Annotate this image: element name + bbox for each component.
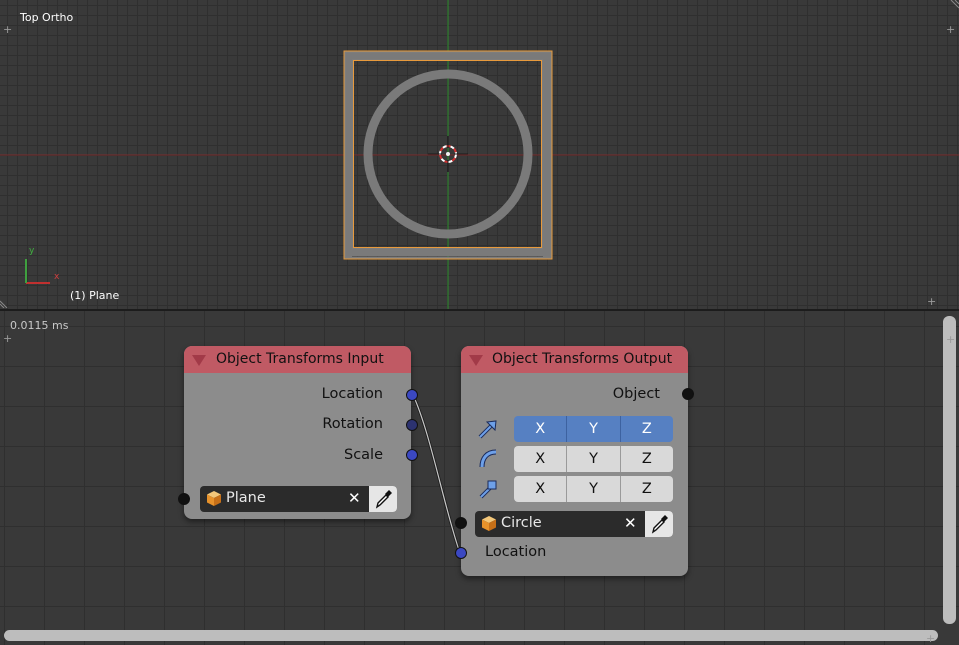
location-toggle[interactable]: X Y Z [514, 416, 673, 442]
view-name-label: Top Ortho [20, 11, 74, 24]
region-expand-icon[interactable]: + [926, 633, 935, 644]
rotation-output-socket[interactable] [406, 419, 418, 431]
toggle-x[interactable]: X [514, 416, 568, 442]
region-expand-icon[interactable]: + [946, 24, 955, 35]
region-expand-icon[interactable]: + [3, 24, 12, 35]
input-location-label: Location [485, 544, 547, 560]
location-output-socket[interactable] [406, 389, 418, 401]
node-title: Object Transforms Input [216, 351, 384, 367]
horizontal-scrollbar[interactable] [4, 630, 938, 641]
object-field[interactable]: Plane ✕ [200, 486, 397, 512]
clear-x-icon[interactable]: ✕ [624, 514, 637, 532]
toggle-y[interactable]: Y [567, 416, 621, 442]
object-cube-icon [207, 491, 221, 506]
vertical-scrollbar[interactable] [943, 316, 956, 624]
axis-gizmo [25, 259, 50, 284]
rotation-toggle[interactable]: X Y Z [514, 446, 673, 472]
node-header[interactable]: Object Transforms Output [461, 346, 688, 373]
output-rotation-label: Rotation [322, 416, 383, 432]
toggle-y[interactable]: Y [567, 476, 621, 502]
object-cube-icon [482, 516, 496, 531]
location-input-socket[interactable] [455, 547, 467, 559]
object-field-value: Plane [226, 490, 266, 506]
node-title: Object Transforms Output [492, 351, 673, 367]
node-editor[interactable]: 0.0115 ms + Object Transforms Input Loca… [0, 311, 959, 645]
region-expand-icon[interactable]: + [946, 334, 955, 345]
toggle-z[interactable]: Z [620, 446, 673, 472]
area-split-corner-icon[interactable] [0, 298, 10, 308]
object-field-value: Circle [501, 515, 542, 531]
3d-viewport[interactable]: Top Ortho (1) Plane x y + + + [0, 0, 959, 309]
toggle-z[interactable]: Z [620, 416, 673, 442]
gizmo-x-label: x [54, 272, 60, 282]
area-split-corner-icon[interactable] [948, 0, 959, 10]
toggle-y[interactable]: Y [567, 446, 621, 472]
eyedropper-button[interactable] [645, 511, 673, 537]
region-expand-icon[interactable]: + [927, 296, 936, 307]
output-scale-label: Scale [343, 447, 383, 463]
scale-toggle[interactable]: X Y Z [514, 476, 673, 502]
object-transforms-output-node[interactable]: Object Transforms Output Object X Y Z X … [461, 346, 688, 576]
location-arrow-icon [478, 420, 497, 439]
active-object-label: (1) Plane [70, 289, 120, 302]
object-field[interactable]: Circle ✕ [475, 511, 673, 537]
scale-output-socket[interactable] [406, 449, 418, 461]
eyedropper-icon [651, 515, 668, 534]
eyedropper-button[interactable] [369, 486, 397, 512]
collapse-triangle-icon[interactable] [192, 355, 206, 366]
node-header[interactable]: Object Transforms Input [184, 346, 411, 373]
toggle-x[interactable]: X [514, 476, 568, 502]
object-input-socket[interactable] [178, 493, 190, 505]
3d-cursor[interactable] [428, 136, 468, 172]
viewport-scene [0, 0, 959, 309]
toggle-z[interactable]: Z [620, 476, 673, 502]
gizmo-y-label: y [29, 246, 35, 256]
object-transforms-input-node[interactable]: Object Transforms Input Location Rotatio… [184, 346, 411, 519]
scale-icon [479, 480, 497, 499]
clear-x-icon[interactable]: ✕ [348, 489, 361, 507]
output-object-label: Object [612, 386, 660, 402]
object-input-socket[interactable] [455, 517, 467, 529]
eyedropper-icon [375, 490, 392, 509]
object-output-socket[interactable] [682, 388, 694, 400]
collapse-triangle-icon[interactable] [469, 355, 483, 366]
rotation-arc-icon [479, 449, 497, 468]
output-location-label: Location [321, 386, 383, 402]
toggle-x[interactable]: X [514, 446, 568, 472]
